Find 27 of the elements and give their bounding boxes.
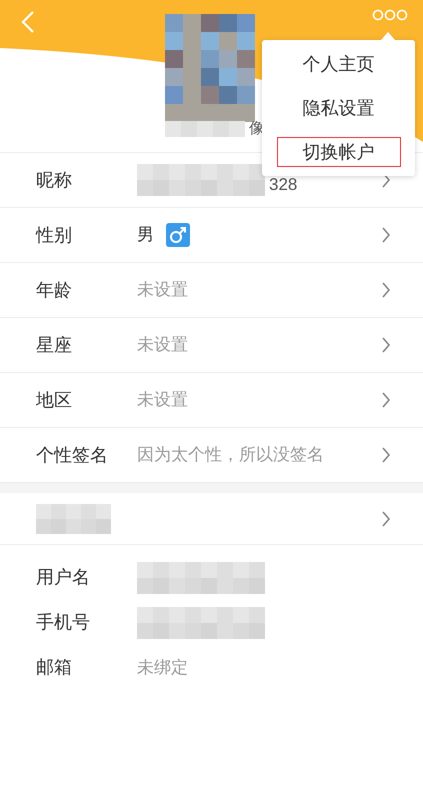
field-value: 未绑定 bbox=[137, 656, 188, 679]
menu-item[interactable]: 个人主页 bbox=[276, 49, 400, 79]
avatar-caption: 像 bbox=[249, 119, 264, 139]
back-icon bbox=[20, 10, 36, 34]
field-label: 星座 bbox=[36, 334, 73, 356]
gender-value: 男 bbox=[137, 224, 154, 246]
field-label: 年龄 bbox=[36, 278, 73, 302]
menu-item[interactable]: 隐私设置 bbox=[276, 93, 400, 123]
field-label: 手机号 bbox=[36, 611, 91, 634]
male-icon bbox=[166, 223, 190, 247]
profile-row[interactable]: 地区 未设置 bbox=[0, 373, 423, 428]
field-label: 个性签名 bbox=[36, 444, 109, 466]
profile-row[interactable]: 年龄 未设置 bbox=[0, 263, 423, 318]
field-label: 性别 bbox=[36, 224, 73, 246]
field-value: 未设置 bbox=[137, 279, 188, 302]
profile-row[interactable]: 性别 男 bbox=[0, 208, 423, 263]
field-value: 因为太个性，所以没签名 bbox=[137, 444, 324, 466]
field-label: 邮箱 bbox=[36, 656, 73, 679]
menu-item[interactable]: 切换帐户 bbox=[276, 137, 400, 167]
field-label: 用户名 bbox=[36, 566, 91, 589]
profile-row[interactable]: 星座 未设置 bbox=[0, 318, 423, 373]
field-value: 未设置 bbox=[137, 389, 188, 412]
nickname-value: 328 bbox=[269, 174, 298, 196]
field-label: 昵称 bbox=[36, 168, 73, 192]
more-icon bbox=[372, 8, 408, 22]
field-label: 地区 bbox=[36, 388, 73, 412]
field-value: 未设置 bbox=[137, 334, 188, 356]
